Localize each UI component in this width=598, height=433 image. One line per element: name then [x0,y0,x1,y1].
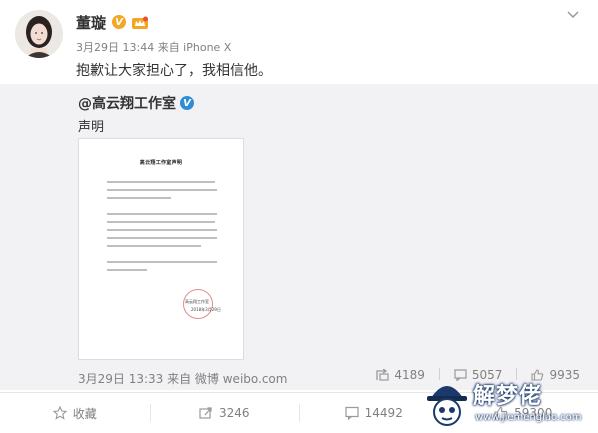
document-line [107,189,217,191]
repost-button[interactable]: 3246 [149,393,300,433]
document-signature: 高云翔工作室 [185,299,209,304]
post-content: 抱歉让大家担心了，我相信他。 [76,63,272,79]
repost-count: 4189 [394,368,425,382]
document-line [107,181,215,183]
weibo-post: 董璇 V 3月29日 13:44 来自 iPhone X 抱歉让大家担心了，我相… [0,0,598,433]
detective-hat-icon [427,386,467,426]
document-line [107,197,171,199]
repost-stat-reposts[interactable]: 4189 [376,368,425,382]
favorite-button[interactable]: 收藏 [0,393,150,433]
post-meta: 3月29日 13:44 来自 iPhone X [76,41,232,54]
watermark-title: 解梦佬 [473,384,543,409]
avatar[interactable] [15,10,63,58]
site-watermark: 解梦佬 www.jiemenglao.com [423,374,588,432]
repost-icon [376,369,389,381]
document-line [107,269,147,271]
comment-count-button: 14492 [364,406,403,420]
author-name[interactable]: 董璇 [76,12,106,33]
document-date: 2018年3月29日 [191,307,221,312]
document-line [107,213,217,215]
chevron-down-icon[interactable] [566,8,580,22]
repost-author-name[interactable]: @高云翔工作室 [78,93,176,113]
verified-badge-icon: V [112,15,127,29]
repost-text: 声明 [78,120,105,135]
document-line [107,221,215,223]
document-line [107,237,217,239]
watermark-url: www.jiemenglao.com [475,412,582,423]
document-line [107,229,217,231]
member-crown-icon[interactable] [131,15,149,30]
reposted-content: @高云翔工作室 V 声明 高云翔工作室声明 高云翔工作室 2018年3月29日 … [0,84,598,390]
document-line [107,261,217,263]
star-icon [52,406,67,420]
repost-icon [199,407,212,419]
repost-meta: 3月29日 13:33 来自 微博 weibo.com [78,372,288,386]
comment-icon [345,406,359,420]
repost-count-button: 3246 [218,406,250,420]
avatar-image [15,10,63,58]
verified-blue-icon: V [180,96,194,110]
author-row: 董璇 V [76,12,149,32]
statement-image[interactable]: 高云翔工作室声明 高云翔工作室 2018年3月29日 [78,138,244,360]
favorite-label: 收藏 [72,406,97,421]
document-line [107,245,201,247]
repost-author: @高云翔工作室 V [78,93,194,113]
document-title: 高云翔工作室声明 [139,160,183,166]
